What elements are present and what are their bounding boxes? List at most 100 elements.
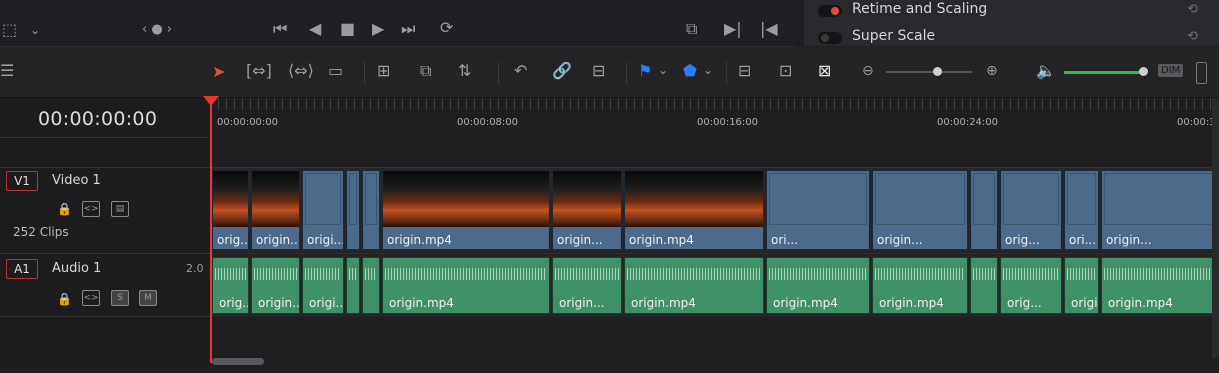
marker-icon[interactable]: ⬟ <box>683 63 697 79</box>
loop-icon[interactable]: ⟳ <box>440 20 453 36</box>
zoom-out-icon[interactable]: ⊖ <box>862 63 874 79</box>
zoom-custom-icon[interactable]: ⊠ <box>818 63 831 79</box>
audio-clip[interactable] <box>970 257 998 314</box>
video-clip[interactable]: origin.mp4 <box>624 170 764 250</box>
video-clip[interactable]: origin.... <box>251 170 300 250</box>
video-clip[interactable]: ori... <box>1064 170 1099 250</box>
timeline-view-icon[interactable]: ☰ <box>0 63 14 79</box>
superscale-toggle[interactable] <box>818 32 842 44</box>
solo-button[interactable]: S <box>111 290 129 306</box>
horizontal-scrollbar[interactable] <box>212 358 264 365</box>
audio-clip[interactable]: orig... <box>212 257 249 314</box>
audio-channels: 2.0 <box>186 262 204 275</box>
inspector-row-retime[interactable]: Retime and Scaling ⟲ <box>804 0 1219 23</box>
video-clip[interactable]: ori... <box>766 170 870 250</box>
stop-icon[interactable]: ■ <box>340 21 355 37</box>
video-clip[interactable] <box>362 170 380 250</box>
blade-icon[interactable]: ▭ <box>328 63 343 79</box>
snapping-icon[interactable]: ↶ <box>514 63 527 79</box>
ruler-tick: 00:00:3 <box>1177 117 1216 128</box>
audio-clip[interactable]: origin.... <box>251 257 300 314</box>
auto-select-icon[interactable]: <> <box>82 290 100 306</box>
mute-button[interactable]: M <box>139 290 157 306</box>
audio-clip[interactable]: origin.mp4 <box>382 257 550 314</box>
playhead-handle[interactable] <box>203 96 219 106</box>
inspector-row-label: Super Scale <box>852 28 936 44</box>
zoom-in-icon[interactable]: ⊕ <box>986 63 998 79</box>
auto-select-icon[interactable]: <> <box>82 201 100 217</box>
audio-clip[interactable] <box>346 257 360 314</box>
audio-clip[interactable]: origin.mp4 <box>624 257 764 314</box>
video-clip[interactable] <box>970 170 998 250</box>
chevron-down-icon[interactable]: ⌄ <box>658 62 668 78</box>
viewer-transport-bar: ⬚ ⌄ ‹ ● › ⏮ ◀ ■ ▶ ⏭ ⟳ ⧉ ▶| |◀ <box>0 0 795 47</box>
prev-edit-icon[interactable]: |◀ <box>760 21 778 37</box>
timecode-display[interactable]: 00:00:00:00 <box>38 108 157 130</box>
track-id-v1[interactable]: V1 <box>6 171 38 191</box>
zoom-detail-icon[interactable]: ⊡ <box>779 63 792 79</box>
track-name-video[interactable]: Video 1 <box>52 173 101 188</box>
track-name-audio[interactable]: Audio 1 <box>52 261 101 276</box>
zoom-slider[interactable] <box>886 67 972 76</box>
audio-clip[interactable]: orig... <box>1000 257 1062 314</box>
audio-clip[interactable]: origin.mp4 <box>1101 257 1219 314</box>
ruler-tick: 00:00:00:00 <box>217 117 279 128</box>
inspector-panel: Retime and Scaling ⟲ Super Scale ⟲ <box>804 0 1219 46</box>
audio-clip[interactable]: origi... <box>302 257 344 314</box>
dim-button[interactable]: DIM <box>1158 64 1184 77</box>
ruler-tick: 00:00:16:00 <box>697 117 759 128</box>
lock-icon[interactable]: 🔒 <box>57 291 72 307</box>
go-to-end-icon[interactable]: ⏭ <box>401 21 415 37</box>
overwrite-clip-icon[interactable]: ⧉ <box>420 63 431 79</box>
lock-icon[interactable]: 🔒 <box>57 201 72 217</box>
chevron-down-icon[interactable]: ⌄ <box>703 62 713 78</box>
inspector-row-label: Retime and Scaling <box>852 1 988 17</box>
playhead[interactable] <box>210 98 212 363</box>
retime-toggle[interactable] <box>818 5 842 17</box>
next-edit-icon[interactable]: ▶| <box>724 21 742 37</box>
video-clip[interactable] <box>346 170 360 250</box>
panel-toggle-icon[interactable] <box>1196 62 1207 84</box>
play-icon[interactable]: ▶ <box>372 21 384 37</box>
reset-icon[interactable]: ⟲ <box>1187 29 1198 44</box>
clip-view-icon[interactable]: ⬚ <box>2 22 17 38</box>
ruler-tick: 00:00:24:00 <box>937 117 999 128</box>
audio-clip[interactable] <box>362 257 380 314</box>
ruler-ticks <box>210 98 1219 110</box>
volume-slider[interactable] <box>1064 67 1148 76</box>
replace-clip-icon[interactable]: ⇅ <box>458 63 471 79</box>
volume-slider-handle[interactable] <box>1139 67 1148 76</box>
flag-icon[interactable]: ⚑ <box>638 63 652 79</box>
track-id-a1[interactable]: A1 <box>6 259 38 279</box>
play-reverse-icon[interactable]: ◀ <box>309 21 321 37</box>
zoom-slider-handle[interactable] <box>933 67 942 76</box>
dynamic-trim-icon[interactable]: ⟨⇔⟩ <box>288 63 314 79</box>
video-clip[interactable]: origin.mp4 <box>382 170 550 250</box>
video-clip[interactable]: origin... <box>552 170 622 250</box>
video-clip[interactable]: origin... <box>1101 170 1219 250</box>
audio-clip[interactable]: origi... <box>1064 257 1099 314</box>
vertical-scrollbar[interactable] <box>1212 98 1219 358</box>
video-clip[interactable]: orig... <box>1000 170 1062 250</box>
clip-count: 252 Clips <box>13 225 69 239</box>
zoom-full-icon[interactable]: ⊟ <box>738 63 751 79</box>
audio-clip[interactable]: origin... <box>552 257 622 314</box>
match-frame-icon[interactable]: ⧉ <box>686 21 697 37</box>
audio-clip[interactable]: origin.mp4 <box>872 257 968 314</box>
prev-next-dots-icon[interactable]: ‹ ● › <box>142 22 172 38</box>
chevron-down-icon[interactable]: ⌄ <box>30 22 40 38</box>
trim-edit-icon[interactable]: [⇔] <box>246 63 272 79</box>
go-to-start-icon[interactable]: ⏮ <box>273 21 287 37</box>
disable-video-icon[interactable]: ▤ <box>111 201 129 217</box>
video-clip[interactable]: origi... <box>302 170 344 250</box>
ruler-tick: 00:00:08:00 <box>457 117 519 128</box>
video-clip[interactable]: orig... <box>212 170 249 250</box>
reset-icon[interactable]: ⟲ <box>1187 2 1198 17</box>
selection-arrow-icon[interactable]: ➤ <box>212 64 225 80</box>
position-lock-icon[interactable]: ⊟ <box>592 63 605 79</box>
linked-selection-icon[interactable]: 🔗 <box>552 63 572 79</box>
insert-clip-icon[interactable]: ⊞ <box>377 63 390 79</box>
volume-icon[interactable]: 🔈 <box>1036 63 1056 79</box>
audio-clip[interactable]: origin.mp4 <box>766 257 870 314</box>
video-clip[interactable]: origin... <box>872 170 968 250</box>
